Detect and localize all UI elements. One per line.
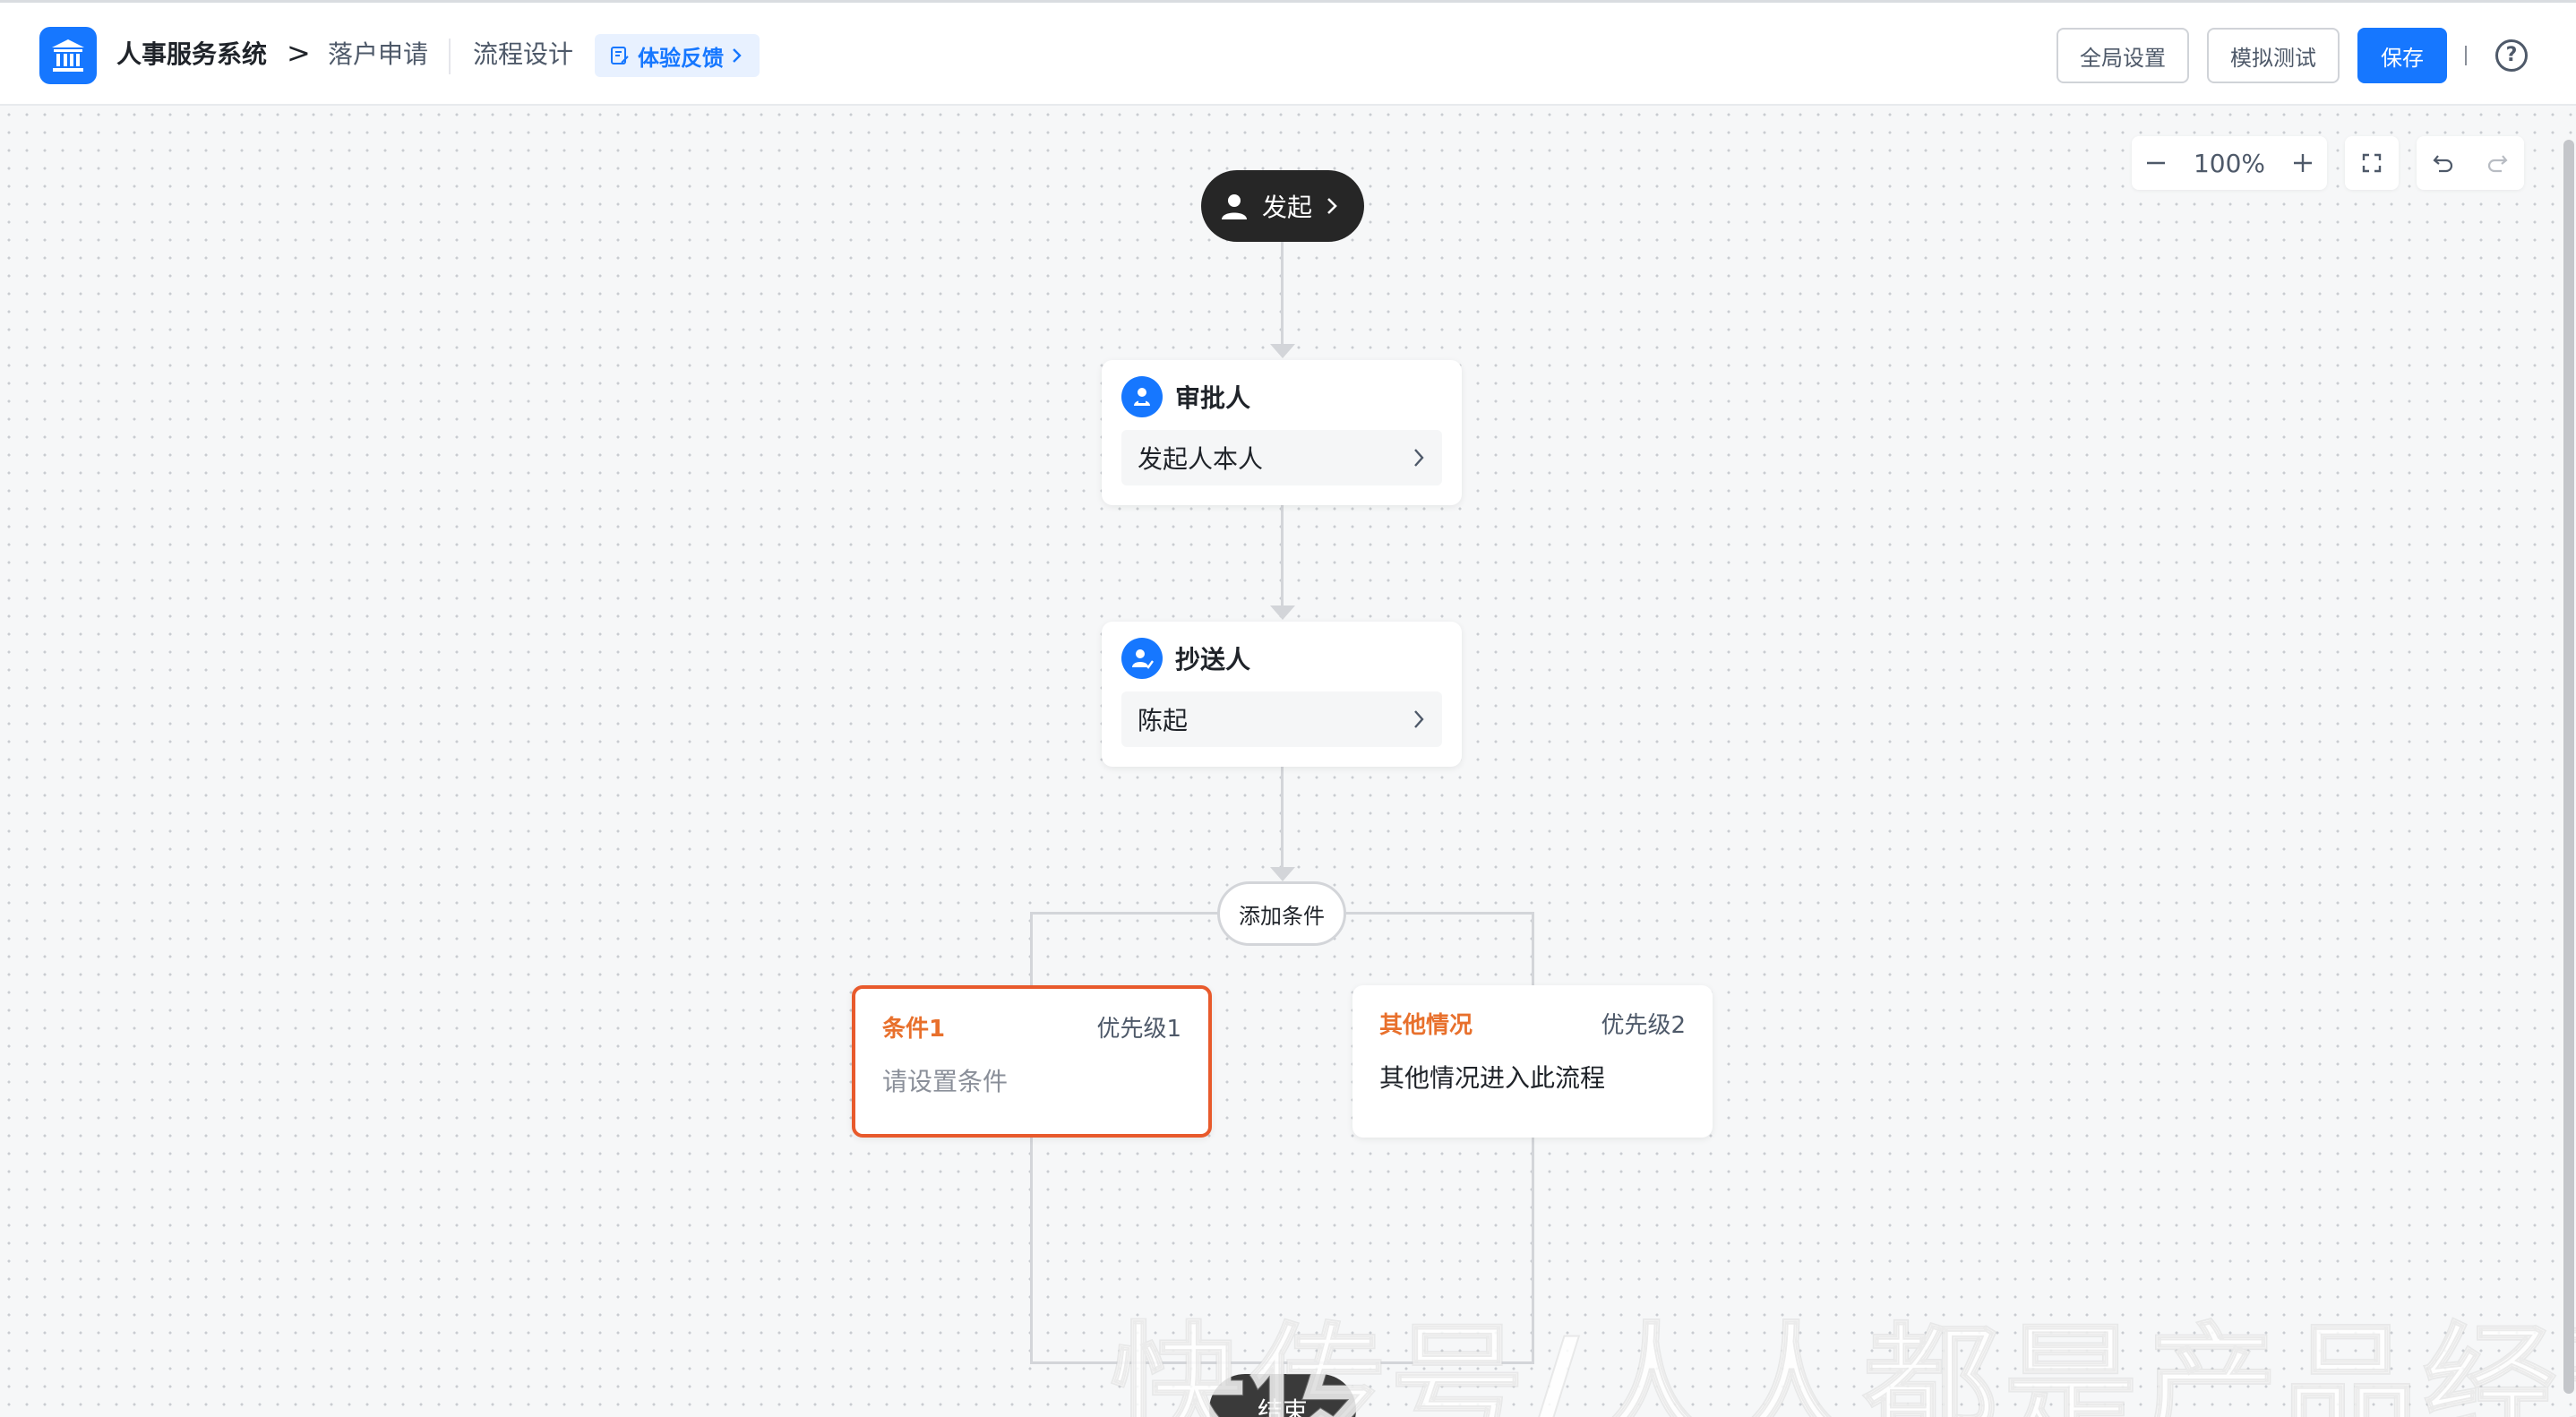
connector-line xyxy=(1281,242,1284,348)
zoom-control: 100% xyxy=(2132,136,2327,190)
top-header: 人事服务系统 > 落户申请 流程设计 体验反馈 全局设置 模拟测试 保存 ? xyxy=(0,0,2576,106)
connector-line xyxy=(1281,505,1284,609)
cc-icon xyxy=(1121,638,1163,679)
branch-name: 条件1 xyxy=(882,1015,946,1043)
vertical-scrollbar[interactable] xyxy=(2563,140,2574,1394)
approver-node[interactable]: 审批人 发起人本人 xyxy=(1102,360,1462,505)
chevron-right-icon xyxy=(733,48,742,63)
redo-icon xyxy=(2487,155,2508,173)
fullscreen-icon xyxy=(2362,153,2382,173)
undo-button[interactable] xyxy=(2417,136,2470,190)
save-button[interactable]: 保存 xyxy=(2357,28,2447,83)
global-settings-button[interactable]: 全局设置 xyxy=(2057,28,2189,83)
cc-setting[interactable]: 陈起 xyxy=(1121,691,1442,747)
bank-logo-icon[interactable] xyxy=(39,27,97,84)
zoom-in-button[interactable] xyxy=(2279,136,2327,190)
chevron-right-icon xyxy=(1327,198,1337,214)
feedback-label: 体验反馈 xyxy=(638,45,724,71)
breadcrumb-separator: > xyxy=(287,36,311,70)
branch-name: 其他情况 xyxy=(1379,1011,1473,1039)
plus-icon xyxy=(2294,154,2312,172)
condition-branch-1[interactable]: 条件1 优先级1 请设置条件 xyxy=(852,985,1212,1138)
approver-title: 审批人 xyxy=(1175,383,1251,413)
flow-canvas[interactable]: 100% 发起 审批人 发起人本人 抄送人 陈起 添加条件 条件1 优先级1 请… xyxy=(0,106,2576,1417)
branch-description: 其他情况进入此流程 xyxy=(1379,1063,1606,1093)
cc-value: 陈起 xyxy=(1138,706,1189,735)
zoom-out-button[interactable] xyxy=(2132,136,2180,190)
condition-branch-2[interactable]: 其他情况 优先级2 其他情况进入此流程 xyxy=(1352,985,1713,1138)
connector-arrow xyxy=(1270,867,1295,881)
breadcrumb-design: 流程设计 xyxy=(473,39,574,69)
feedback-button[interactable]: 体验反馈 xyxy=(595,34,760,77)
start-label: 发起 xyxy=(1262,193,1313,222)
minus-icon xyxy=(2147,161,2165,165)
header-divider xyxy=(449,39,451,74)
end-node: 结束 xyxy=(1209,1374,1356,1417)
branch-priority: 优先级1 xyxy=(1096,1015,1181,1043)
history-controls xyxy=(2417,136,2524,190)
add-condition-button[interactable]: 添加条件 xyxy=(1217,881,1346,946)
redo-button[interactable] xyxy=(2470,136,2524,190)
branch-line-left xyxy=(1030,912,1033,1364)
chevron-right-icon xyxy=(1414,710,1424,728)
chevron-right-icon xyxy=(1414,449,1424,467)
header-pipe-divider xyxy=(2465,46,2467,65)
fit-screen-button[interactable] xyxy=(2345,136,2399,190)
connector-line xyxy=(1281,767,1284,871)
start-node[interactable]: 发起 xyxy=(1201,170,1364,242)
undo-icon xyxy=(2433,155,2453,173)
connector-arrow xyxy=(1270,344,1295,358)
simulate-test-button[interactable]: 模拟测试 xyxy=(2207,28,2340,83)
cc-title: 抄送人 xyxy=(1175,645,1251,674)
help-icon[interactable]: ? xyxy=(2495,39,2528,72)
approver-setting[interactable]: 发起人本人 xyxy=(1121,430,1442,485)
branch-description: 请设置条件 xyxy=(882,1067,1009,1096)
zoom-level: 100% xyxy=(2193,148,2266,178)
branch-line-right xyxy=(1532,912,1534,1364)
system-name[interactable]: 人事服务系统 xyxy=(116,37,267,73)
cc-node[interactable]: 抄送人 陈起 xyxy=(1102,622,1462,767)
user-icon xyxy=(1219,191,1249,221)
branch-priority: 优先级2 xyxy=(1601,1011,1686,1039)
approver-icon xyxy=(1121,376,1163,417)
breadcrumb-apply[interactable]: 落户申请 xyxy=(328,37,428,73)
connector-arrow xyxy=(1270,605,1295,620)
approver-value: 发起人本人 xyxy=(1138,444,1264,474)
feedback-icon xyxy=(611,47,629,64)
